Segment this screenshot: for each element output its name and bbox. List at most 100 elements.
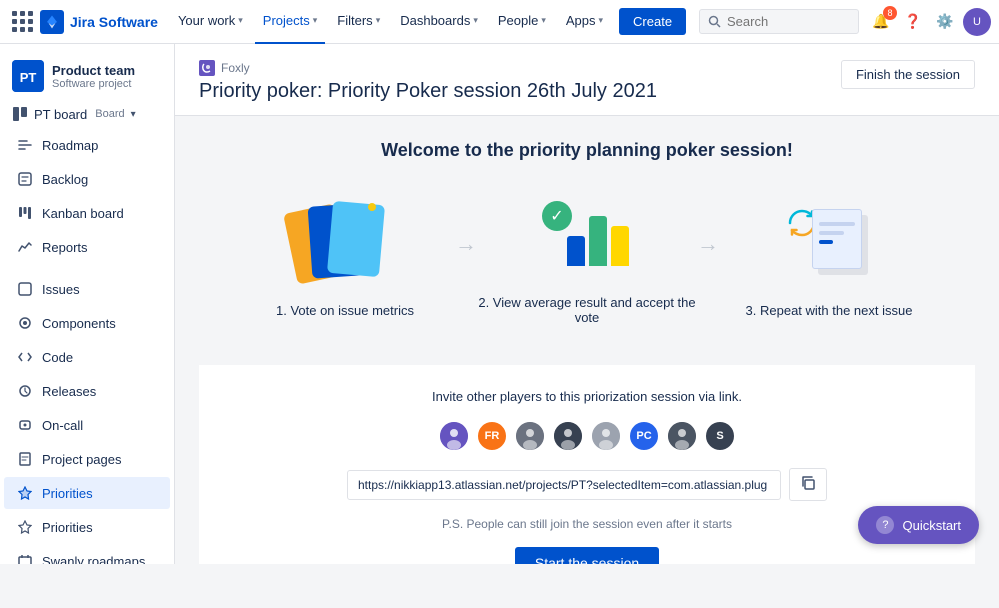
welcome-title: Welcome to the priority planning poker s… xyxy=(199,140,975,161)
step-1-label: 1. Vote on issue metrics xyxy=(276,303,414,318)
user-avatar-3 xyxy=(514,420,546,452)
user-avatar-7 xyxy=(666,420,698,452)
sidebar-item-swanly[interactable]: Swanly roadmaps xyxy=(4,545,170,564)
sidebar-item-code[interactable]: Code xyxy=(4,341,170,373)
topnav-icons: 🔔 8 ❓ ⚙️ U xyxy=(867,8,991,36)
page-header: Foxly Priority poker: Priority Poker ses… xyxy=(175,44,999,116)
chevron-down-icon: ▾ xyxy=(473,15,478,26)
chevron-down-icon: ▾ xyxy=(599,15,604,26)
step-2: ✓ 2. View average result and accept the … xyxy=(477,193,697,325)
notifications-button[interactable]: 🔔 8 xyxy=(867,8,895,36)
roadmap-icon xyxy=(16,136,34,154)
sidebar-item-priorities-1[interactable]: Priorities xyxy=(4,477,170,509)
project-avatar: PT xyxy=(12,60,44,92)
checkmark-icon: ✓ xyxy=(542,201,572,231)
start-session-button[interactable]: Start the session xyxy=(515,547,659,564)
quickstart-button[interactable]: ? Quickstart xyxy=(858,506,979,544)
apps-grid-button[interactable] xyxy=(8,8,36,36)
avatar-img-7 xyxy=(668,422,696,450)
arrow-2: → xyxy=(697,231,719,257)
nav-your-work[interactable]: Your work ▾ xyxy=(170,0,251,44)
sidebar-item-project-pages[interactable]: Project pages xyxy=(4,443,170,475)
bar-3 xyxy=(611,226,629,266)
sidebar-item-kanban[interactable]: Kanban board xyxy=(4,197,170,229)
notification-badge: 8 xyxy=(883,6,897,20)
sidebar-item-reports[interactable]: Reports xyxy=(4,231,170,263)
swanly-icon xyxy=(16,552,34,564)
page-header-left: Foxly Priority poker: Priority Poker ses… xyxy=(199,60,657,103)
chevron-down-icon: ▾ xyxy=(541,15,546,26)
svg-text:PT: PT xyxy=(20,70,37,85)
user-avatar-s: S xyxy=(704,420,736,452)
priorities-icon-1 xyxy=(16,484,34,502)
page-title: Priority poker: Priority Poker session 2… xyxy=(199,80,657,103)
sparkle-icon xyxy=(368,203,376,211)
user-avatar[interactable]: U xyxy=(963,8,991,36)
nav-people[interactable]: People ▾ xyxy=(490,0,554,44)
project-header[interactable]: PT Product team Software project xyxy=(0,52,174,100)
chart-illustration: ✓ xyxy=(537,196,637,281)
backlog-icon xyxy=(16,170,34,188)
search-icon xyxy=(708,15,721,28)
arrow-1: → xyxy=(455,231,477,257)
nav-filters[interactable]: Filters ▾ xyxy=(329,0,388,44)
doc-lines xyxy=(819,222,855,244)
doc-front xyxy=(812,209,862,269)
sidebar-item-releases[interactable]: Releases xyxy=(4,375,170,407)
copy-link-button[interactable] xyxy=(789,468,827,501)
search-input[interactable] xyxy=(727,14,827,29)
finish-session-button[interactable]: Finish the session xyxy=(841,60,975,89)
code-icon xyxy=(16,348,34,366)
main-layout: PT Product team Software project PT boar… xyxy=(0,44,999,564)
sidebar-item-issues[interactable]: Issues xyxy=(4,273,170,305)
jira-logo-icon xyxy=(40,10,64,34)
avatar-img-4 xyxy=(554,422,582,450)
invite-link-field[interactable]: https://nikkiapp13.atlassian.net/project… xyxy=(347,470,781,500)
chevron-icon: ▾ xyxy=(131,109,136,120)
user-avatar-fr: FR xyxy=(476,420,508,452)
issues-icon xyxy=(16,280,34,298)
nav-projects[interactable]: Projects ▾ xyxy=(255,0,326,44)
help-button[interactable]: ❓ xyxy=(899,8,927,36)
copy-icon xyxy=(800,475,816,491)
step-2-label: 2. View average result and accept the vo… xyxy=(477,295,697,325)
create-button[interactable]: Create xyxy=(619,8,686,35)
user-avatar-1 xyxy=(438,420,470,452)
releases-icon xyxy=(16,382,34,400)
kanban-icon xyxy=(16,204,34,222)
nav-apps[interactable]: Apps ▾ xyxy=(558,0,611,44)
chevron-down-icon: ▾ xyxy=(238,15,243,26)
doc-highlight-line xyxy=(819,240,833,244)
step-3: 3. Repeat with the next issue xyxy=(719,201,939,318)
steps-row: 1. Vote on issue metrics → ✓ xyxy=(199,193,975,325)
foxly-icon xyxy=(199,60,215,76)
project-name: Product team xyxy=(52,63,162,78)
project-type: Software project xyxy=(52,78,162,90)
user-avatar-5 xyxy=(590,420,622,452)
jira-logo[interactable]: Jira Software xyxy=(40,10,158,34)
logo-text: Jira Software xyxy=(70,14,158,30)
settings-button[interactable]: ⚙️ xyxy=(931,8,959,36)
oncall-icon xyxy=(16,416,34,434)
sidebar-item-priorities-2[interactable]: Priorities xyxy=(4,511,170,543)
user-avatar-pc: PC xyxy=(628,420,660,452)
foxly-badge: Foxly xyxy=(199,60,657,76)
invite-link-row: https://nikkiapp13.atlassian.net/project… xyxy=(347,468,827,501)
nav-dashboards[interactable]: Dashboards ▾ xyxy=(392,0,486,44)
board-icon xyxy=(12,106,28,122)
sidebar-item-backlog[interactable]: Backlog xyxy=(4,163,170,195)
sidebar-item-oncall[interactable]: On-call xyxy=(4,409,170,441)
welcome-area: Welcome to the priority planning poker s… xyxy=(175,116,999,564)
avatar-img-5 xyxy=(592,422,620,450)
step-3-label: 3. Repeat with the next issue xyxy=(746,303,913,318)
pages-icon xyxy=(16,450,34,468)
sidebar-item-roadmap[interactable]: Roadmap xyxy=(4,129,170,161)
search-box[interactable] xyxy=(699,9,859,34)
board-label[interactable]: PT board Board ▾ xyxy=(0,100,174,128)
chevron-down-icon: ▾ xyxy=(376,15,381,26)
sidebar-item-components[interactable]: Components xyxy=(4,307,170,339)
doc-illustration xyxy=(782,203,877,288)
step-1-visual xyxy=(285,201,405,291)
step-2-visual: ✓ xyxy=(527,193,647,283)
cards-illustration xyxy=(290,203,400,288)
